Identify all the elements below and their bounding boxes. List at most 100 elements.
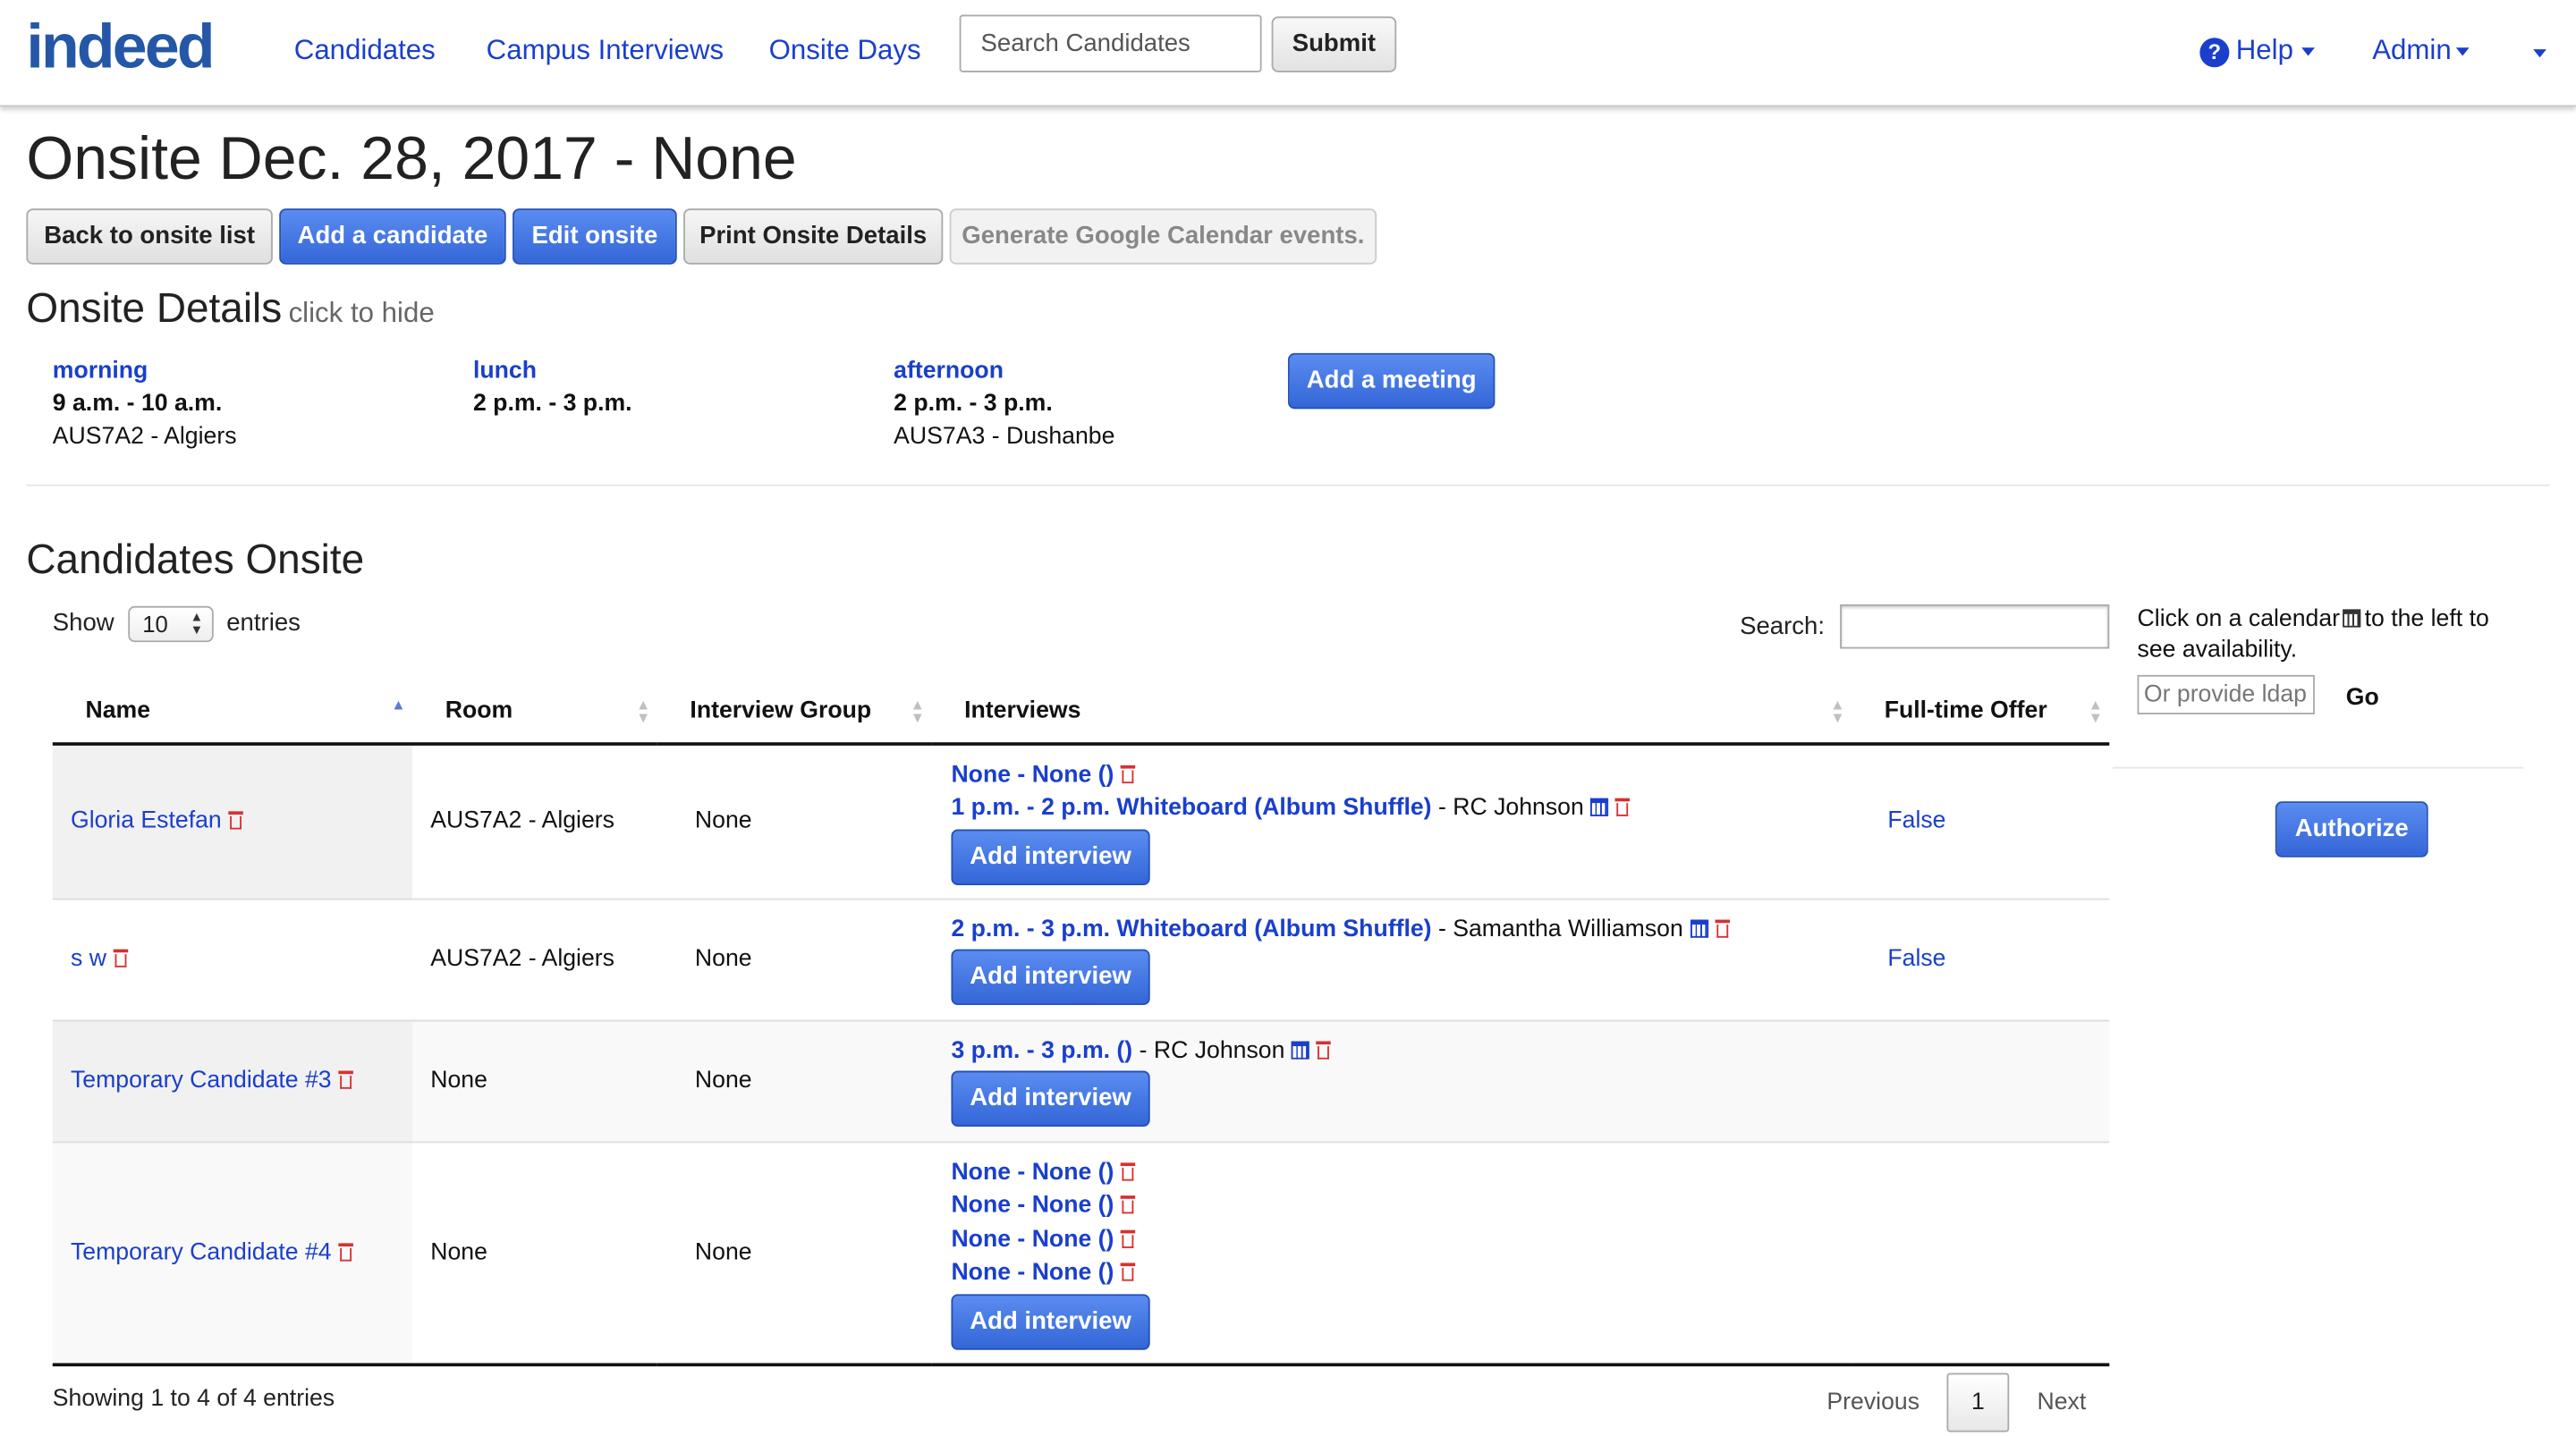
meeting-time: 2 p.m. - 3 p.m. bbox=[472, 391, 632, 418]
meeting-time: 9 a.m. - 10 a.m. bbox=[52, 391, 223, 418]
interview-group-cell: None bbox=[657, 1019, 932, 1143]
column-header-interview-group[interactable]: Interview Group ▲ ▼ bbox=[657, 680, 932, 746]
trash-icon[interactable] bbox=[1614, 798, 1631, 817]
nav-candidates[interactable]: Candidates bbox=[294, 35, 436, 68]
interview-link[interactable]: None - None () bbox=[951, 1260, 1114, 1286]
trash-icon[interactable] bbox=[1120, 1195, 1136, 1214]
candidate-name-cell: s w bbox=[52, 898, 413, 1021]
nav-campus-interviews[interactable]: Campus Interviews bbox=[487, 35, 724, 68]
meeting-morning: morning 9 a.m. - 10 a.m. AUS7A2 - Algier… bbox=[53, 355, 237, 453]
room-cell: None bbox=[412, 1141, 657, 1367]
add-interview-button[interactable]: Add interview bbox=[951, 1070, 1150, 1128]
column-header-room[interactable]: Room ▲ ▼ bbox=[412, 680, 657, 746]
trash-icon[interactable] bbox=[1120, 1161, 1136, 1181]
interview-entry: 2 p.m. - 3 p.m. Whiteboard (Album Shuffl… bbox=[951, 913, 1852, 947]
submit-button[interactable]: Submit bbox=[1271, 16, 1397, 72]
table-search-input[interactable] bbox=[1840, 604, 2110, 649]
calendar-icon[interactable] bbox=[1590, 798, 1609, 817]
table-info-text: Showing 1 to 4 of 4 entries bbox=[52, 1386, 335, 1413]
pagination-previous[interactable]: Previous bbox=[1826, 1390, 1919, 1415]
generate-google-calendar-button[interactable]: Generate Google Calendar events. bbox=[949, 208, 1377, 265]
click-to-hide-toggle[interactable]: click to hide bbox=[289, 297, 435, 328]
offer-cell: False bbox=[1851, 744, 2110, 900]
help-label: Help bbox=[2235, 34, 2293, 66]
edit-onsite-button[interactable]: Edit onsite bbox=[513, 208, 677, 265]
trash-icon[interactable] bbox=[337, 1242, 353, 1262]
question-circle-icon: ? bbox=[2199, 38, 2230, 68]
sort-icon: ▲ ▼ bbox=[2088, 696, 2103, 726]
offer-link[interactable]: False bbox=[1887, 808, 1945, 834]
interviewer-name: - RC Johnson bbox=[1139, 1037, 1285, 1064]
trash-icon[interactable] bbox=[1120, 1229, 1136, 1248]
meeting-name[interactable]: afternoon bbox=[894, 355, 1114, 388]
candidate-name-cell: Temporary Candidate #3 bbox=[52, 1019, 413, 1143]
trash-icon[interactable] bbox=[1316, 1041, 1331, 1060]
meeting-name[interactable]: morning bbox=[53, 355, 237, 388]
table-row: Temporary Candidate #3 None None 3 p.m. … bbox=[52, 1019, 2110, 1143]
interview-link[interactable]: None - None () bbox=[951, 762, 1114, 788]
meeting-room: AUS7A3 - Dushanbe bbox=[894, 423, 1115, 451]
room-cell: None bbox=[412, 1019, 657, 1143]
table-header-row: Name ▲ Room ▲ ▼ Interview Group ▲ ▼ Interview… bbox=[52, 680, 2110, 746]
calendar-icon[interactable] bbox=[1291, 1041, 1309, 1060]
back-to-onsite-list-button[interactable]: Back to onsite list bbox=[26, 208, 273, 265]
print-onsite-details-button[interactable]: Print Onsite Details bbox=[683, 208, 944, 265]
interviews-cell: 2 p.m. - 3 p.m. Whiteboard (Album Shuffl… bbox=[931, 898, 1852, 1021]
interview-entry: None - None () bbox=[951, 1223, 1852, 1257]
candidate-name-link[interactable]: s w bbox=[71, 946, 106, 972]
interview-entry: 1 p.m. - 2 p.m. Whiteboard (Album Shuffl… bbox=[951, 792, 1852, 826]
admin-menu[interactable]: Admin bbox=[2372, 35, 2470, 68]
interview-group-cell: None bbox=[657, 898, 932, 1021]
interview-entry: None - None () bbox=[951, 758, 1852, 792]
trash-icon[interactable] bbox=[1120, 1263, 1136, 1282]
add-interview-button[interactable]: Add interview bbox=[951, 950, 1150, 1006]
add-interview-button[interactable]: Add interview bbox=[951, 829, 1150, 885]
go-button[interactable]: Go bbox=[2346, 685, 2379, 711]
interview-link[interactable]: 1 p.m. - 2 p.m. Whiteboard (Album Shuffl… bbox=[951, 795, 1431, 821]
onsite-details-title: Onsite Details bbox=[26, 285, 283, 333]
interview-entry: None - None () bbox=[951, 1156, 1852, 1190]
candidate-name-link[interactable]: Temporary Candidate #3 bbox=[71, 1068, 332, 1094]
column-header-full-time-offer[interactable]: Full-time Offer ▲ ▼ bbox=[1851, 680, 2110, 746]
candidate-name-link[interactable]: Temporary Candidate #4 bbox=[71, 1239, 332, 1265]
search-candidates-input[interactable]: Search Candidates bbox=[959, 14, 1262, 72]
interview-group-cell: None bbox=[657, 744, 932, 900]
interviews-cell: None - None () 1 p.m. - 2 p.m. Whiteboar… bbox=[931, 744, 1852, 900]
authorize-button[interactable]: Authorize bbox=[2275, 801, 2428, 857]
trash-icon[interactable] bbox=[113, 949, 128, 967]
meeting-name[interactable]: lunch bbox=[473, 355, 632, 388]
interview-link[interactable]: 2 p.m. - 3 p.m. Whiteboard (Album Shuffl… bbox=[951, 916, 1431, 942]
onsite-details-heading: Onsite Details click to hide bbox=[26, 286, 434, 334]
entries-select[interactable]: 10 ▲ ▼ bbox=[127, 605, 214, 643]
candidate-name-link[interactable]: Gloria Estefan bbox=[71, 808, 222, 834]
calendar-icon[interactable] bbox=[1690, 919, 1708, 938]
interview-link[interactable]: None - None () bbox=[951, 1193, 1114, 1219]
add-interview-button[interactable]: Add interview bbox=[951, 1293, 1150, 1350]
chevron-down-icon bbox=[2456, 47, 2470, 56]
user-menu-caret-icon[interactable] bbox=[2533, 49, 2546, 58]
add-meeting-button[interactable]: Add a meeting bbox=[1287, 352, 1496, 410]
help-menu[interactable]: ? Help bbox=[2199, 35, 2315, 68]
interview-link[interactable]: None - None () bbox=[951, 1227, 1114, 1253]
entries-label: entries bbox=[226, 609, 301, 638]
meeting-room: AUS7A2 - Algiers bbox=[52, 423, 237, 451]
sort-asc-icon: ▲ bbox=[391, 696, 406, 714]
candidate-name-cell: Gloria Estefan bbox=[52, 744, 413, 900]
pagination-next[interactable]: Next bbox=[2038, 1390, 2087, 1415]
table-row: s w AUS7A2 - Algiers None 2 p.m. - 3 p.m… bbox=[52, 898, 2110, 1021]
nav-onsite-days[interactable]: Onsite Days bbox=[769, 35, 921, 68]
indeed-logo[interactable]: indeed bbox=[26, 13, 215, 84]
trash-icon[interactable] bbox=[337, 1070, 353, 1089]
column-header-name[interactable]: Name ▲ bbox=[52, 680, 413, 746]
table-search-label: Search: bbox=[1740, 612, 1826, 641]
trash-icon[interactable] bbox=[228, 811, 243, 830]
interview-link[interactable]: 3 p.m. - 3 p.m. () bbox=[951, 1037, 1132, 1063]
pagination-page-1[interactable]: 1 bbox=[1946, 1373, 2010, 1432]
ldap-input[interactable]: Or provide ldap bbox=[2137, 674, 2315, 714]
offer-link[interactable]: False bbox=[1887, 946, 1945, 972]
column-header-interviews[interactable]: Interviews ▲ ▼ bbox=[931, 680, 1852, 746]
add-candidate-button[interactable]: Add a candidate bbox=[279, 208, 506, 265]
trash-icon[interactable] bbox=[1120, 764, 1136, 783]
interview-link[interactable]: None - None () bbox=[951, 1159, 1114, 1185]
trash-icon[interactable] bbox=[1714, 919, 1730, 938]
